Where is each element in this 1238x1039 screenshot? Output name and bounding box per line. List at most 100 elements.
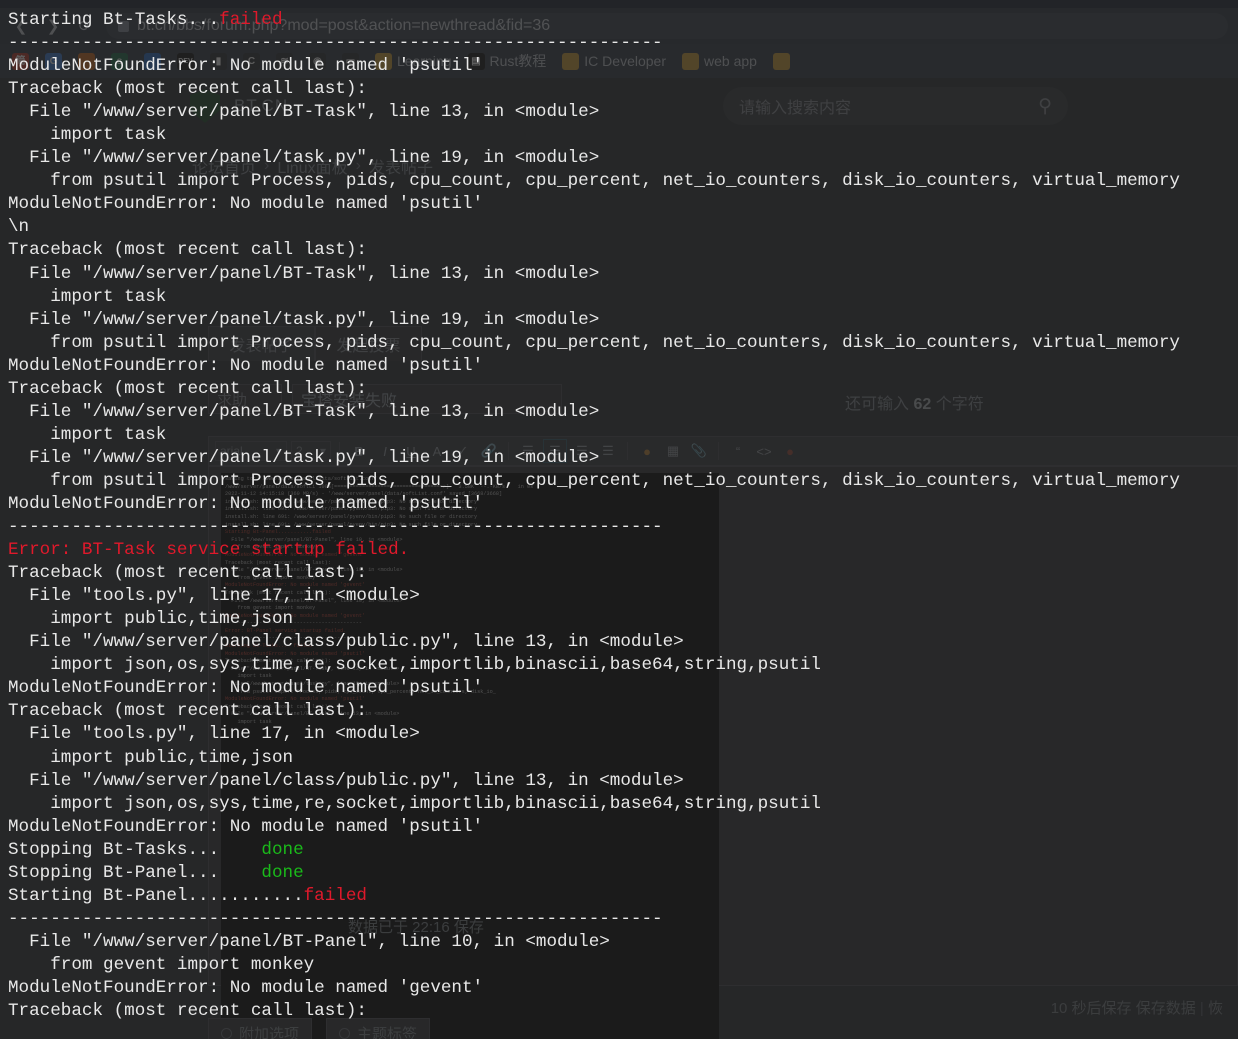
extra-options-row: 附加选项 主题标签 (208, 1018, 431, 1039)
screenshot-line: File "/www/server/panel/BT-Panel", line … (225, 567, 403, 574)
jian-icon: 简 (12, 52, 29, 70)
bt-shield-logo-icon[interactable] (190, 89, 220, 123)
smiley-icon[interactable]: ● (636, 440, 658, 462)
tab-new-poll[interactable]: 发起投票 (315, 326, 422, 361)
bookmark-item[interactable]: s (105, 50, 134, 73)
thread-title-input[interactable]: 宝塔安装失败 (292, 384, 562, 414)
folder-icon (772, 52, 790, 70)
attachment-options-label: 附加选项 (239, 1025, 300, 1039)
post-type-tabs: 发表帖子 发起投票 (208, 326, 422, 361)
bookmark-item[interactable]: 简 (6, 50, 35, 73)
bookmark-item[interactable]: ▭ (336, 50, 365, 73)
screenshot-line: install.sh: line 691: /www/server/panel/… (225, 521, 478, 528)
breadcrumb-separator: › (355, 157, 361, 174)
screenshot-line: import task (225, 719, 272, 725)
embedded-terminal-screenshot[interactable]: saving to: '/www/server/panel/data/softL… (221, 473, 719, 1039)
bookmark-label: web app (704, 53, 757, 69)
align-left-icon[interactable]: ☰ (517, 440, 539, 462)
bookmark-item[interactable]: web app (676, 50, 763, 73)
breadcrumb: 论坛首页 › Linux面板 › 发表帖子 (192, 154, 433, 178)
image-icon[interactable]: ▦ (662, 440, 684, 462)
char-hint-suffix: 个字符 (935, 396, 984, 413)
bookmark-item[interactable] (138, 50, 167, 73)
back-icon[interactable]: ❮ (10, 15, 32, 37)
align-right-icon[interactable]: ☰ (571, 440, 593, 462)
screenshot-line: Traceback (most recent call last): (225, 589, 331, 596)
paperclip-icon[interactable]: 📎 (688, 440, 710, 462)
folder-icon (375, 52, 392, 70)
qq-penguin-icon[interactable]: ● (779, 440, 801, 462)
s-icon: s (111, 52, 128, 70)
browser-tab-strip[interactable] (0, 0, 1238, 8)
save-data-link[interactable]: 保存数据 (1136, 1000, 1196, 1017)
reload-icon[interactable]: ⟳ (74, 15, 96, 37)
screenshot-line: import task (225, 673, 272, 680)
screenshot-line: ModuleNotFoundError: No module named 'ge… (225, 612, 366, 619)
bookmark-item[interactable]: ≋ (270, 50, 299, 73)
browser-window: ❮ ❯ ⟳ bt.cn/bbs/forum.php?mod=post&actio… (0, 0, 1238, 1039)
screenshot-line: ModuleNotFoundError: No module named 'ps… (225, 696, 366, 703)
screenshot-line: from gevent import monkey (225, 605, 316, 612)
bookmark-item[interactable]: DEV (171, 50, 200, 73)
rust-book-icon: ▤ (467, 52, 485, 70)
screenshot-line: ModuleNotFoundError: No module named 'ge… (225, 582, 366, 589)
forward-icon[interactable]: ❯ (42, 15, 64, 37)
browser-navigation-bar: ❮ ❯ ⟳ bt.cn/bbs/forum.php?mod=post&actio… (0, 8, 1238, 44)
quote-icon[interactable]: “ (727, 440, 749, 462)
bookmark-item[interactable]: IC Developer (556, 50, 672, 73)
bookmark-item[interactable]: G (39, 50, 68, 73)
align-justify-icon[interactable]: ☰ (597, 440, 619, 462)
thread-tags-label: 主题标签 (357, 1025, 418, 1039)
forum-page: BT.CN 请输入搜索内容 ⚲ 论坛首页 › Linux面板 › 发表帖子 发表帖子 发… (0, 78, 1238, 1039)
category-select[interactable]: 求助 (208, 384, 282, 414)
orange-icon (78, 52, 95, 70)
breadcrumb-item[interactable]: 论坛首页 (192, 154, 256, 178)
screenshot-line: ModuleNotFoundError: No module named 'ps… (225, 650, 366, 657)
text-color-button[interactable]: A (426, 440, 448, 462)
autosave-separator: | (1199, 1000, 1204, 1017)
underline-button[interactable]: U (400, 440, 422, 462)
char-hint-count: 62 (913, 396, 932, 413)
bookmark-item[interactable]: ◉ (303, 50, 332, 73)
restore-data-link[interactable]: 恢 (1208, 1000, 1223, 1017)
screenshot-line: File "/www/server/panel/BT-Task", line 1… (225, 711, 400, 718)
bookmark-item[interactable] (767, 50, 796, 73)
breadcrumb-separator: › (264, 157, 270, 174)
search-icon[interactable]: ⚲ (1038, 95, 1052, 118)
address-bar-url: bt.cn/bbs/forum.php?mod=post&action=newt… (137, 17, 551, 34)
breadcrumb-item[interactable]: Linux面板 (277, 154, 347, 178)
link-chain-icon[interactable]: 🔗 (478, 440, 500, 462)
site-search-box[interactable]: 请输入搜索内容 ⚲ (723, 87, 1068, 125)
bookmark-label: IC Developer (584, 53, 666, 69)
bookmark-item[interactable]: Learning (369, 50, 458, 73)
screen: ❮ ❯ ⟳ bt.cn/bbs/forum.php?mod=post&actio… (0, 0, 1238, 1039)
screenshot-line: Error: BT-Panel service startup failed. (225, 627, 347, 634)
chart-icon: ▮ (210, 52, 227, 70)
screenshot-line: install.sh: line 691: /www/server/panel/… (225, 498, 478, 505)
google-icon: G (45, 52, 62, 70)
code-icon[interactable]: <> (753, 440, 775, 462)
thread-tags-toggle[interactable]: 主题标签 (326, 1018, 431, 1039)
site-logo-text: BT.CN (234, 96, 289, 115)
italic-button[interactable]: I (374, 440, 396, 462)
site-header: BT.CN 请输入搜索内容 ⚲ (0, 78, 1238, 134)
address-bar[interactable]: bt.cn/bbs/forum.php?mod=post&action=newt… (106, 13, 1228, 39)
font-family-value: arial (220, 444, 243, 458)
bookmark-item[interactable] (72, 50, 101, 73)
bookmark-item[interactable]: C (237, 50, 266, 73)
screenshot-line: Traceback (most recent call last): (225, 559, 331, 566)
screenshot-line: /www/server/panel/data/softLi 100%[=====… (225, 483, 534, 490)
bookmark-item[interactable]: ▤ Rust教程 (462, 48, 553, 74)
post-editor-body[interactable]: saving to: '/www/server/panel/data/softL… (208, 466, 1238, 1039)
bold-button[interactable]: B (348, 440, 370, 462)
page-info-icon[interactable] (118, 20, 129, 32)
bookmark-item[interactable]: ▮ (204, 50, 233, 73)
abc-check-icon[interactable]: ✓ (452, 440, 474, 462)
font-size-select[interactable]: 2 ▾ (291, 441, 331, 461)
align-center-icon[interactable]: ☰ (543, 439, 567, 463)
font-family-select[interactable]: arial ▾ (215, 441, 287, 461)
tab-new-thread[interactable]: 发表帖子 (208, 326, 315, 361)
screenshot-line: Starting Bt-Tasks... failed (225, 643, 313, 650)
breadcrumb-item[interactable]: 发表帖子 (369, 154, 433, 178)
attachment-options-toggle[interactable]: 附加选项 (208, 1018, 313, 1039)
